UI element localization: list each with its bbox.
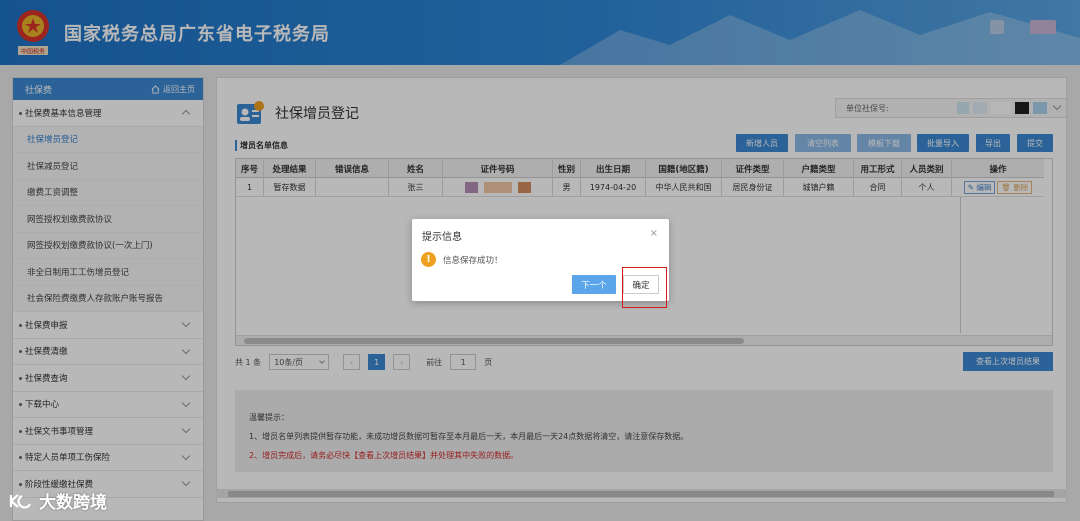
- dialog-message: 信息保存成功！: [443, 256, 503, 266]
- highlight-box: [622, 267, 667, 308]
- watermark-logo-icon: [9, 493, 31, 508]
- next-button[interactable]: 下一个: [572, 275, 616, 294]
- warning-icon: !: [421, 252, 436, 267]
- close-icon[interactable]: ×: [650, 228, 658, 239]
- watermark: 大数跨境: [8, 488, 107, 513]
- dialog-title: 提示信息: [422, 232, 462, 243]
- watermark-text: 大数跨境: [39, 493, 107, 513]
